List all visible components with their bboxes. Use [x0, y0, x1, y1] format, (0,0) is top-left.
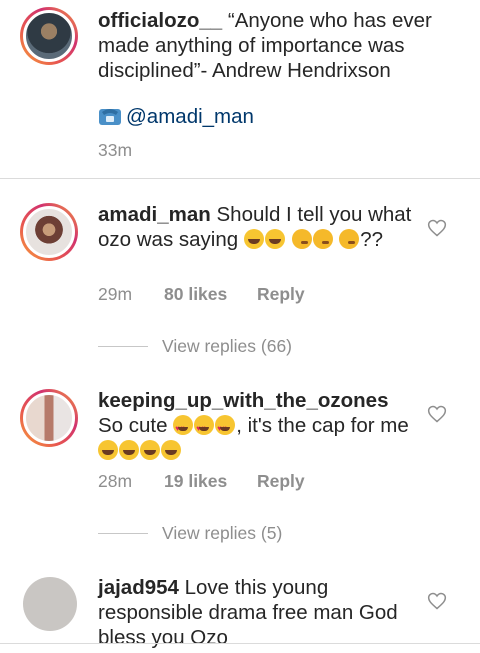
avatar-keeping-up-with-the-ozones[interactable] — [20, 389, 78, 447]
likes-count[interactable]: 19 likes — [164, 471, 257, 492]
laughing-emoji-icon — [119, 440, 139, 460]
thinking-emoji-icon — [312, 229, 333, 249]
telephone-icon — [98, 106, 122, 132]
thinking-emoji-icon — [339, 229, 360, 249]
heart-outline-icon[interactable] — [427, 218, 447, 238]
divider — [0, 178, 480, 179]
heart-eyes-emoji-icon — [194, 415, 215, 441]
comment-username[interactable]: officialozo__ — [98, 9, 222, 32]
comment-time: 28m — [98, 471, 133, 491]
divider-line — [98, 346, 148, 347]
comment-text: jajad954 Love this young responsible dra… — [98, 575, 418, 650]
comment-meta: 29m 80 likes Reply — [98, 284, 305, 305]
laughing-emoji-icon — [161, 440, 181, 460]
comment-meta: 28m 19 likes Reply — [98, 471, 305, 492]
divider-line — [98, 533, 148, 534]
heart-eyes-emoji-icon — [173, 415, 194, 441]
laughing-emoji-icon — [264, 229, 285, 249]
mention-line: @amadi_man — [98, 104, 418, 132]
heart-eyes-emoji-icon — [215, 415, 236, 441]
mention-link[interactable]: @amadi_man — [126, 105, 254, 128]
view-replies-button[interactable]: View replies (5) — [98, 523, 282, 544]
view-replies-button[interactable]: View replies (66) — [98, 336, 292, 357]
reply-button[interactable]: Reply — [257, 284, 305, 305]
view-replies-label[interactable]: View replies (5) — [162, 523, 282, 544]
caption-text: officialozo__ “Anyone who has ever made … — [98, 8, 438, 83]
reply-button[interactable]: Reply — [257, 471, 305, 492]
laughing-emoji-icon — [98, 440, 118, 460]
avatar-amadi-man[interactable] — [20, 203, 78, 261]
comment-body-end: ?? — [360, 228, 384, 251]
divider — [0, 643, 480, 644]
comment-meta: 33m — [98, 140, 132, 161]
avatar-officialozo[interactable] — [20, 7, 78, 65]
heart-outline-icon[interactable] — [427, 404, 447, 424]
likes-count[interactable]: 80 likes — [164, 284, 257, 305]
comment-body: So cute — [98, 414, 174, 437]
avatar-jajad954[interactable] — [23, 577, 77, 631]
comment-username[interactable]: jajad954 — [98, 576, 179, 599]
comment-text: amadi_man Should I tell you what ozo was… — [98, 202, 418, 252]
comment-username[interactable]: amadi_man — [98, 203, 211, 226]
laughing-emoji-icon — [140, 440, 160, 460]
comment-body-mid: , it's the cap for me — [236, 414, 409, 437]
heart-outline-icon[interactable] — [427, 591, 447, 611]
laughing-emoji-icon — [243, 229, 264, 249]
comment-time: 29m — [98, 284, 133, 304]
comment-time: 33m — [98, 140, 133, 160]
comment-username[interactable]: keeping_up_with_the_ozones — [98, 389, 388, 412]
comment-text: keeping_up_with_the_ozones So cute , it'… — [98, 388, 418, 463]
view-replies-label[interactable]: View replies (66) — [162, 336, 292, 357]
thinking-emoji-icon — [291, 229, 312, 249]
